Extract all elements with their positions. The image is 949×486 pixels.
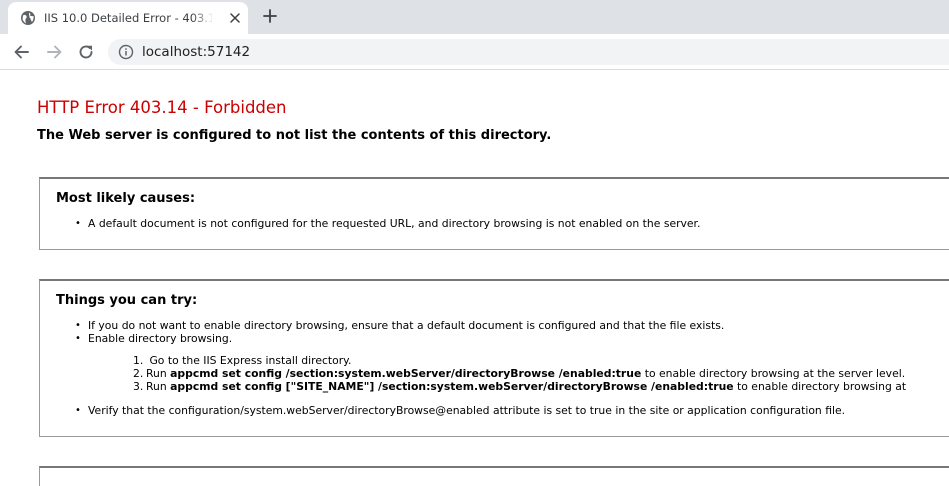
- step-command: appcmd set config /section:system.webSer…: [170, 367, 642, 380]
- try-item: If you do not want to enable directory b…: [75, 319, 724, 332]
- step-command: appcmd set config ["SITE_NAME"] /section…: [170, 380, 734, 393]
- step-item: 2. Run appcmd set config /section:system.…: [133, 367, 905, 380]
- step-number: 2.: [133, 367, 144, 380]
- back-arrow-icon[interactable]: [11, 41, 33, 63]
- causes-section: Most likely causes: A default document i…: [39, 177, 949, 250]
- step-text: to enable directory browsing at the serv…: [641, 367, 906, 380]
- step-item: 1. Go to the IIS Express install directo…: [133, 354, 351, 367]
- reload-icon[interactable]: [75, 41, 97, 63]
- tab-title: IIS 10.0 Detailed Error - 403.14 - F: [44, 11, 212, 25]
- try-item: Verify that the configuration/system.web…: [75, 404, 845, 417]
- try-heading: Things you can try:: [56, 293, 198, 308]
- forward-arrow-icon[interactable]: [43, 41, 65, 63]
- tab-strip: IIS 10.0 Detailed Error - 403.14 - F: [0, 0, 949, 34]
- step-text: to enable directory browsing at: [733, 380, 907, 393]
- step-item: 3. Run appcmd set config ["SITE_NAME"] /s…: [133, 380, 906, 393]
- step-text: Go to the IIS Express install directory.: [149, 354, 352, 367]
- globe-icon: [21, 11, 35, 25]
- next-section: [39, 466, 949, 486]
- step-number: 3.: [133, 380, 144, 393]
- cause-item: A default document is not configured for…: [75, 217, 700, 230]
- page-subtitle: The Web server is configured to not list…: [37, 128, 552, 143]
- step-text: Run: [146, 367, 171, 380]
- causes-heading: Most likely causes:: [56, 191, 196, 206]
- address-bar[interactable]: localhost:57142: [108, 39, 949, 65]
- new-tab-plus-icon[interactable]: [260, 6, 280, 26]
- try-item: Enable directory browsing.: [75, 332, 232, 345]
- close-icon[interactable]: [228, 11, 242, 25]
- page-content: HTTP Error 403.14 - Forbidden The Web se…: [0, 70, 949, 486]
- browser-tab[interactable]: IIS 10.0 Detailed Error - 403.14 - F: [8, 2, 248, 34]
- step-text: Run: [146, 380, 171, 393]
- browser-toolbar: localhost:57142: [0, 34, 949, 70]
- step-number: 1.: [133, 354, 144, 367]
- tab-title-fade: [192, 8, 214, 28]
- info-icon[interactable]: [118, 44, 134, 60]
- try-section: Things you can try: If you do not want t…: [39, 279, 949, 437]
- page-title: HTTP Error 403.14 - Forbidden: [37, 98, 287, 117]
- url-text[interactable]: localhost:57142: [142, 43, 250, 61]
